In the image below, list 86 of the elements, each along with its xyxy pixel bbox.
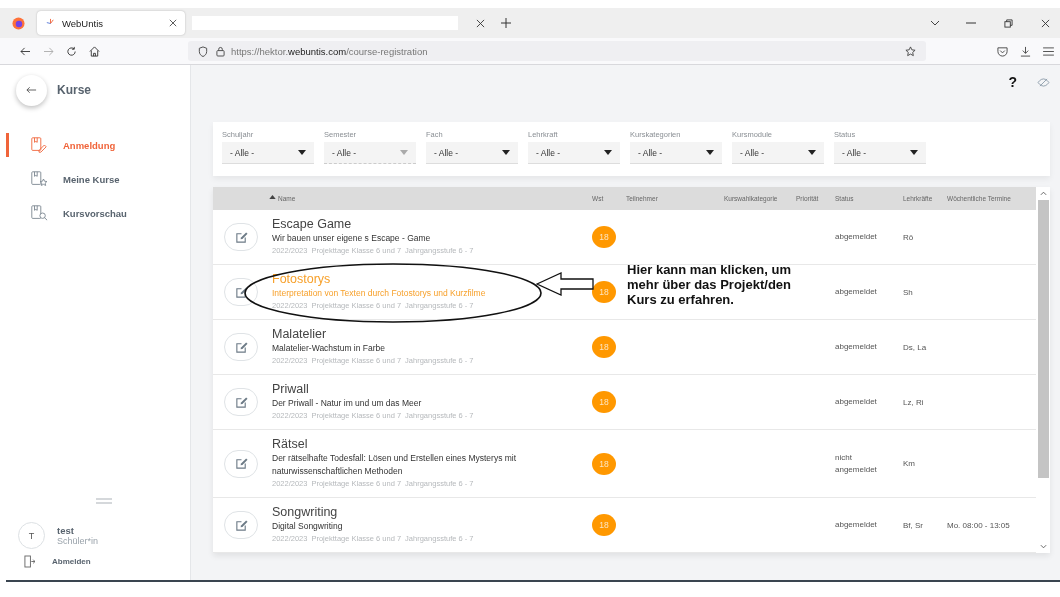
- caret-icon: [808, 150, 816, 155]
- edit-button[interactable]: [224, 278, 258, 306]
- close-icon[interactable]: [476, 18, 485, 28]
- filter-dropdown[interactable]: - Alle -: [426, 142, 518, 164]
- edit-icon: [234, 230, 248, 244]
- back-arrow-icon: [26, 86, 37, 94]
- status-text: abgemeldet: [835, 341, 877, 353]
- hours-badge: 18: [592, 452, 616, 475]
- hours-badge: 18: [592, 281, 616, 303]
- plus-icon[interactable]: [501, 18, 511, 28]
- caret-up-icon[interactable]: [1039, 191, 1047, 196]
- status-text: abgemeldet: [835, 231, 877, 243]
- chevron-down-icon[interactable]: [930, 20, 940, 26]
- pointer-arrow: [536, 272, 594, 296]
- teacher-text: Lz, Ri: [903, 397, 924, 407]
- home-icon[interactable]: [89, 45, 100, 57]
- course-title[interactable]: Malatelier: [272, 327, 327, 342]
- filter-dropdown[interactable]: - Alle -: [630, 142, 722, 164]
- close-icon[interactable]: [169, 19, 177, 27]
- status-text: abgemeldet: [835, 396, 877, 408]
- download-icon[interactable]: [1020, 45, 1031, 57]
- caret-down-icon[interactable]: [1039, 544, 1047, 549]
- logout-icon: [24, 555, 35, 568]
- course-description: Der Priwall - Natur im und um das Meer: [272, 397, 423, 410]
- filter-dropdown[interactable]: - Alle -: [732, 142, 824, 164]
- nav-item[interactable]: Kursvorschau: [6, 201, 190, 225]
- course-description: Der rätselhafte Todesfall: Lösen und Erstellen eines Mysterys mit naturwissenschaftlichen Methoden: [272, 452, 518, 478]
- teacher-text: Km: [903, 459, 915, 468]
- course-title[interactable]: Songwriting: [272, 505, 338, 520]
- caret-icon: [604, 150, 612, 155]
- address-bar[interactable]: https://hektor.webuntis.com/course-registration: [188, 41, 926, 61]
- restore-icon[interactable]: [1004, 18, 1013, 28]
- filter-dropdown[interactable]: - Alle -: [528, 142, 620, 164]
- shield-icon[interactable]: [198, 45, 208, 57]
- caret-icon: [502, 150, 510, 155]
- nav-item[interactable]: Meine Kurse: [6, 167, 190, 191]
- book-pencil-icon: [30, 136, 48, 154]
- annotation-text: Hier kann man klicken, um mehr über das Projekt/den Kurs zu erfahren.: [627, 262, 792, 307]
- book-magnifier-icon: [30, 204, 48, 222]
- course-description: Digital Songwriting: [272, 520, 344, 533]
- page-title: Kurse: [57, 83, 91, 97]
- book-star-icon: [30, 170, 48, 188]
- help-button[interactable]: ?: [1008, 74, 1017, 90]
- menu-icon[interactable]: [1043, 46, 1054, 56]
- status-text: abgemeldet: [835, 519, 877, 531]
- back-arrow-icon[interactable]: [20, 46, 31, 56]
- course-description: Interpretation von Texten durch Fotostorys und Kurzfilme: [272, 287, 487, 300]
- pocket-icon[interactable]: [997, 45, 1008, 57]
- filter-dropdown[interactable]: - Alle -: [222, 142, 314, 164]
- browser-logo-icon[interactable]: [12, 16, 25, 30]
- schedule-text: Mo. 08:00 - 13:05: [947, 520, 1010, 530]
- edit-icon: [234, 395, 248, 409]
- user-role: Schüler*in: [57, 536, 99, 546]
- teacher-text: Rö: [903, 232, 914, 242]
- caret-icon: [706, 150, 714, 155]
- user-name: test: [57, 525, 75, 536]
- caret-icon: [910, 150, 918, 155]
- drag-handle-icon[interactable]: [96, 498, 112, 504]
- course-title[interactable]: Priwall: [272, 382, 309, 397]
- hours-badge: 18: [592, 391, 616, 413]
- course-title[interactable]: Rätsel: [272, 437, 308, 452]
- hours-badge: 18: [592, 336, 616, 358]
- edit-icon: [234, 457, 248, 470]
- logout-link[interactable]: Abmelden: [24, 555, 190, 568]
- edit-icon: [234, 285, 248, 299]
- browser-tab[interactable]: WebUntis: [37, 11, 185, 35]
- star-icon[interactable]: [905, 45, 916, 57]
- teacher-text: Ds, La: [903, 342, 927, 352]
- teacher-text: Bf, Sr: [903, 520, 923, 530]
- course-description: Wir bauen unser eigene s Escape - Game: [272, 232, 432, 245]
- caret-icon: [298, 150, 306, 155]
- hours-badge: 18: [592, 226, 616, 248]
- lock-icon[interactable]: [216, 45, 225, 57]
- edit-icon: [234, 340, 248, 354]
- caret-icon: [400, 150, 408, 155]
- status-text: abgemeldet: [835, 286, 877, 298]
- close-icon[interactable]: [1041, 18, 1050, 28]
- edit-icon: [234, 518, 248, 532]
- course-description: Malatelier-Wachstum in Farbe: [272, 342, 387, 355]
- filter-dropdown[interactable]: - Alle -: [834, 142, 926, 164]
- status-text: nicht angemeldet: [835, 451, 878, 476]
- reload-icon[interactable]: [66, 45, 77, 57]
- url-text[interactable]: https://hektor.webuntis.com/course-registration: [231, 45, 428, 57]
- hours-badge: 18: [592, 514, 616, 536]
- teacher-text: Sh: [903, 287, 913, 297]
- course-title[interactable]: Escape Game: [272, 217, 352, 232]
